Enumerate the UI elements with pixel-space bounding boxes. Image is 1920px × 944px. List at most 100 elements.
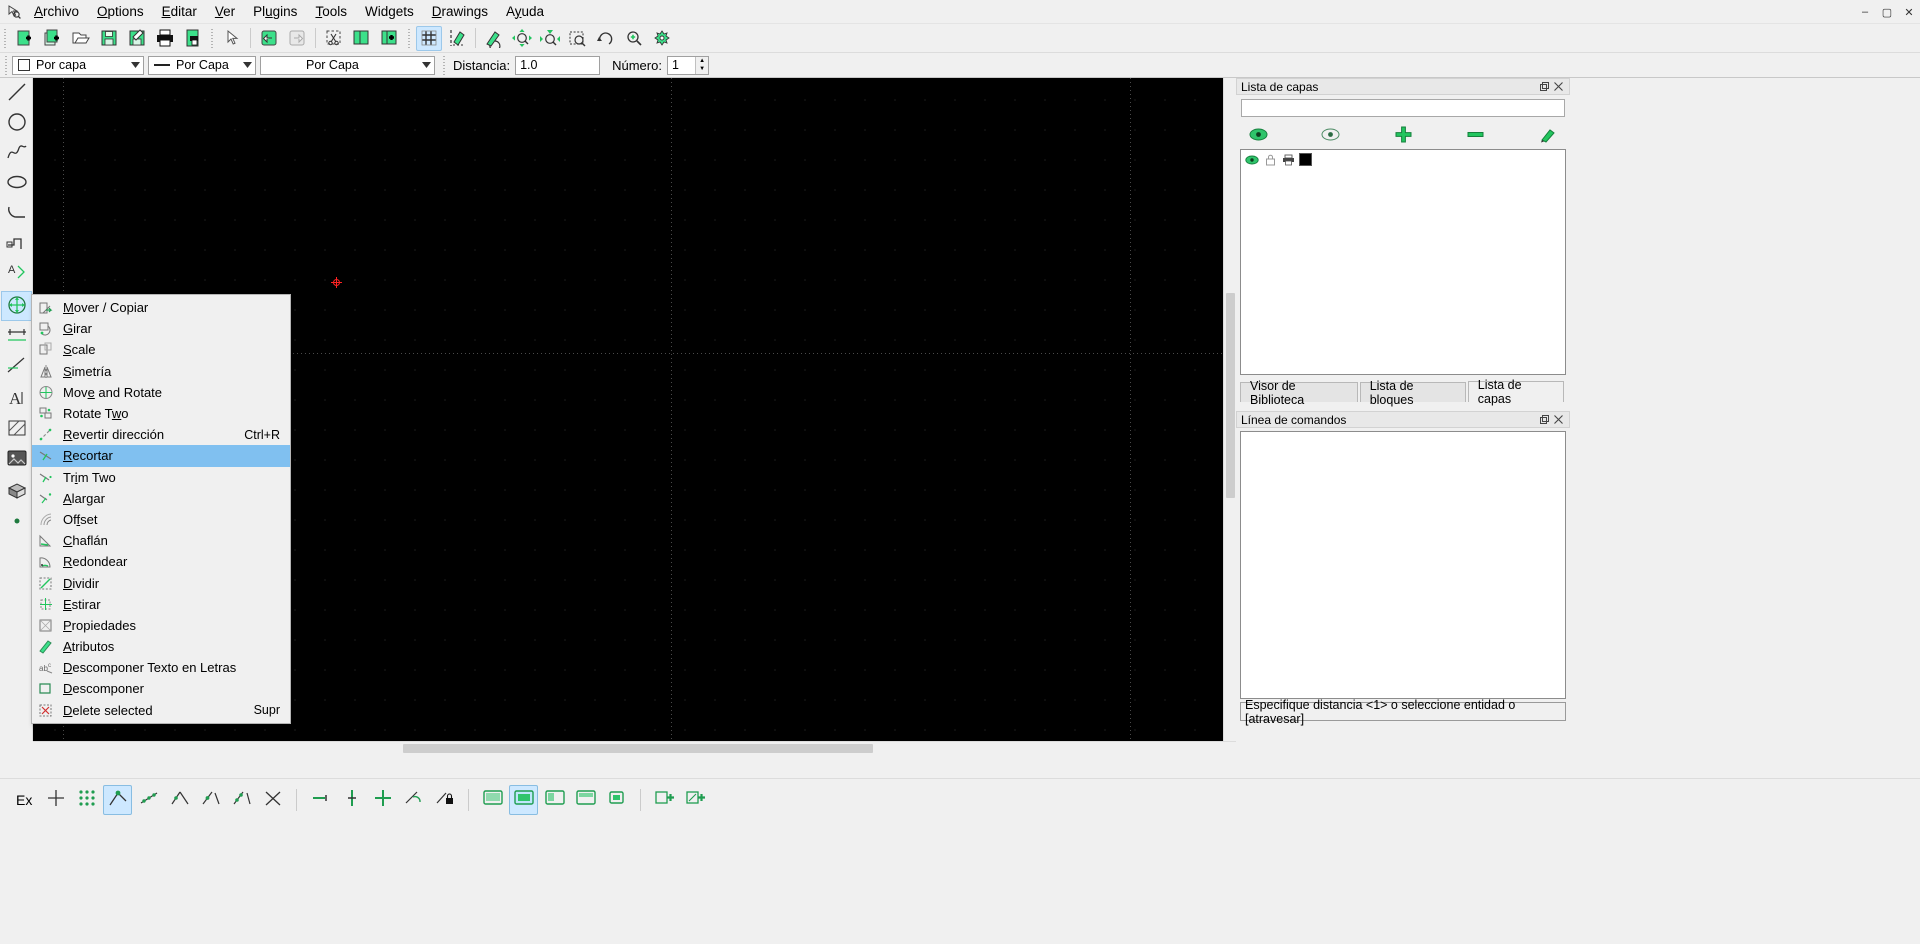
toolbar-drag-handle[interactable] — [2, 27, 9, 49]
zoom-auto-button[interactable] — [537, 26, 563, 51]
undock-icon[interactable] — [1539, 81, 1550, 92]
layer-filter-input[interactable] — [1241, 99, 1565, 117]
ctx-alargar[interactable]: Alargar — [32, 488, 290, 509]
view-small-button[interactable] — [602, 785, 631, 815]
remove-layer-button[interactable] — [1464, 123, 1488, 145]
snap-intersection-button[interactable] — [258, 785, 287, 815]
tool-image[interactable] — [1, 444, 32, 474]
tab-visor-biblioteca[interactable]: Visor de Biblioteca — [1240, 379, 1358, 407]
ctx-dividir[interactable]: Dividir — [32, 572, 290, 593]
tool-circle[interactable] — [1, 108, 32, 138]
tool-options-drag-handle[interactable] — [441, 54, 448, 76]
add-viewport-alt-button[interactable] — [681, 785, 710, 815]
canvas-vertical-scrollbar[interactable] — [1223, 78, 1236, 741]
pen-layer-combo[interactable]: Por capa — [12, 55, 144, 75]
ctx-scale[interactable]: Scale — [32, 339, 290, 360]
tool-block[interactable] — [1, 477, 32, 507]
zoom-tool-button[interactable] — [649, 26, 675, 51]
menu-archivo[interactable]: Archivo — [25, 1, 88, 23]
scrollbar-thumb[interactable] — [403, 744, 873, 753]
zoom-in-button[interactable] — [621, 26, 647, 51]
undock-icon[interactable] — [1539, 414, 1550, 425]
menu-tools[interactable]: Tools — [306, 1, 356, 23]
options-drag-handle[interactable] — [3, 54, 10, 76]
menu-ver[interactable]: Ver — [206, 1, 244, 23]
padlock-icon[interactable] — [1261, 154, 1279, 166]
restrict-ortho-button[interactable] — [337, 785, 366, 815]
ctx-chaflan[interactable]: Chaflán — [32, 530, 290, 551]
command-input[interactable]: Especifique distancia <1> o seleccione e… — [1240, 698, 1566, 726]
paste-button[interactable] — [377, 26, 403, 51]
print-button[interactable] — [152, 26, 178, 51]
print-preview-button[interactable] — [180, 26, 206, 51]
save-as-button[interactable] — [124, 26, 150, 51]
ctx-propiedades[interactable]: Propiedades — [32, 615, 290, 636]
restrict-horiz-vert-button[interactable] — [368, 785, 397, 815]
zoom-pan-button[interactable] — [509, 26, 535, 51]
ctx-descomponer-texto[interactable]: ab c Descomponer Texto en Letras — [32, 657, 290, 678]
eye-open-icon[interactable] — [1243, 155, 1261, 165]
select-pointer-button[interactable] — [219, 26, 245, 51]
ctx-atributos[interactable]: Atributos — [32, 636, 290, 657]
ctx-rotate-two[interactable]: Rotate Two — [32, 403, 290, 424]
maximize-button[interactable]: ▢ — [1876, 1, 1898, 23]
tool-text[interactable]: A — [1, 384, 32, 414]
ctx-mover-copiar[interactable]: Mover / Copiar — [32, 297, 290, 318]
snap-distance-button[interactable] — [227, 785, 256, 815]
ctx-move-and-rotate[interactable]: Move and Rotate — [32, 382, 290, 403]
pen-width-combo[interactable]: Por Capa — [148, 55, 256, 75]
snap-on-entity-button[interactable] — [134, 785, 163, 815]
ctx-offset[interactable]: Offset — [32, 509, 290, 530]
scrollbar-thumb[interactable] — [1226, 293, 1235, 498]
view-maximized-button[interactable] — [509, 784, 539, 815]
tool-modify[interactable] — [1, 291, 32, 321]
tool-hatch[interactable] — [1, 414, 32, 444]
add-viewport-button[interactable] — [650, 785, 679, 815]
modify-context-menu[interactable]: Mover / Copiar Girar Scale Simetría Move and… — [31, 294, 291, 724]
minimize-button[interactable]: – — [1854, 1, 1876, 23]
layer-row[interactable] — [1241, 150, 1565, 169]
numero-stepper[interactable]: 1 ▲ ▼ — [666, 55, 709, 75]
menu-drawings[interactable]: Drawings — [423, 1, 497, 23]
tool-point[interactable] — [1, 507, 32, 537]
ctx-trim-two[interactable]: Trim Two — [32, 467, 290, 488]
pen-linetype-combo[interactable]: Por Capa — [260, 55, 435, 75]
chevron-down-icon[interactable] — [127, 57, 143, 74]
menu-ayuda[interactable]: Ayuda — [497, 1, 553, 23]
snap-grid-button[interactable] — [72, 785, 101, 815]
tool-dim-linear[interactable] — [1, 321, 32, 351]
snap-endpoint-button[interactable] — [103, 784, 133, 815]
tool-ellipse[interactable] — [1, 168, 32, 198]
zoom-window-button[interactable] — [565, 26, 591, 51]
new-from-template-button[interactable] — [40, 26, 66, 51]
tab-lista-bloques[interactable]: Lista de bloques — [1359, 379, 1466, 407]
snap-relative-zero-button[interactable] — [399, 785, 428, 815]
snap-middle-button[interactable] — [196, 785, 225, 815]
canvas-horizontal-scrollbar[interactable] — [33, 741, 1236, 754]
layer-color-swatch[interactable] — [1299, 153, 1312, 166]
spin-down-icon[interactable]: ▼ — [696, 65, 708, 74]
distance-input[interactable]: 1.0 — [515, 55, 601, 75]
tool-line[interactable] — [1, 78, 32, 108]
ctx-descomponer[interactable]: Descomponer — [32, 678, 290, 699]
chevron-down-icon[interactable] — [239, 57, 255, 74]
snap-free-button[interactable] — [41, 785, 70, 815]
tool-arc[interactable] — [1, 198, 32, 228]
menu-widgets[interactable]: Widgets — [356, 1, 423, 23]
spin-up-icon[interactable]: ▲ — [696, 56, 708, 65]
snap-center-button[interactable] — [165, 785, 194, 815]
redo-button[interactable] — [284, 26, 310, 51]
show-all-layers-button[interactable] — [1246, 123, 1270, 145]
ctx-redondear[interactable]: Redondear — [32, 551, 290, 572]
menu-options[interactable]: Options — [88, 1, 153, 23]
copy-button[interactable] — [349, 26, 375, 51]
lock-relative-zero-button[interactable] — [430, 785, 459, 815]
numero-spin-buttons[interactable]: ▲ ▼ — [695, 56, 708, 74]
edit-layer-button[interactable] — [1536, 123, 1560, 145]
cut-button[interactable] — [321, 26, 347, 51]
redraw-button[interactable] — [481, 26, 507, 51]
menu-editar[interactable]: Editar — [153, 1, 206, 23]
chevron-down-icon[interactable] — [418, 57, 434, 74]
new-file-button[interactable] — [12, 26, 38, 51]
view-single-button[interactable] — [478, 785, 507, 815]
